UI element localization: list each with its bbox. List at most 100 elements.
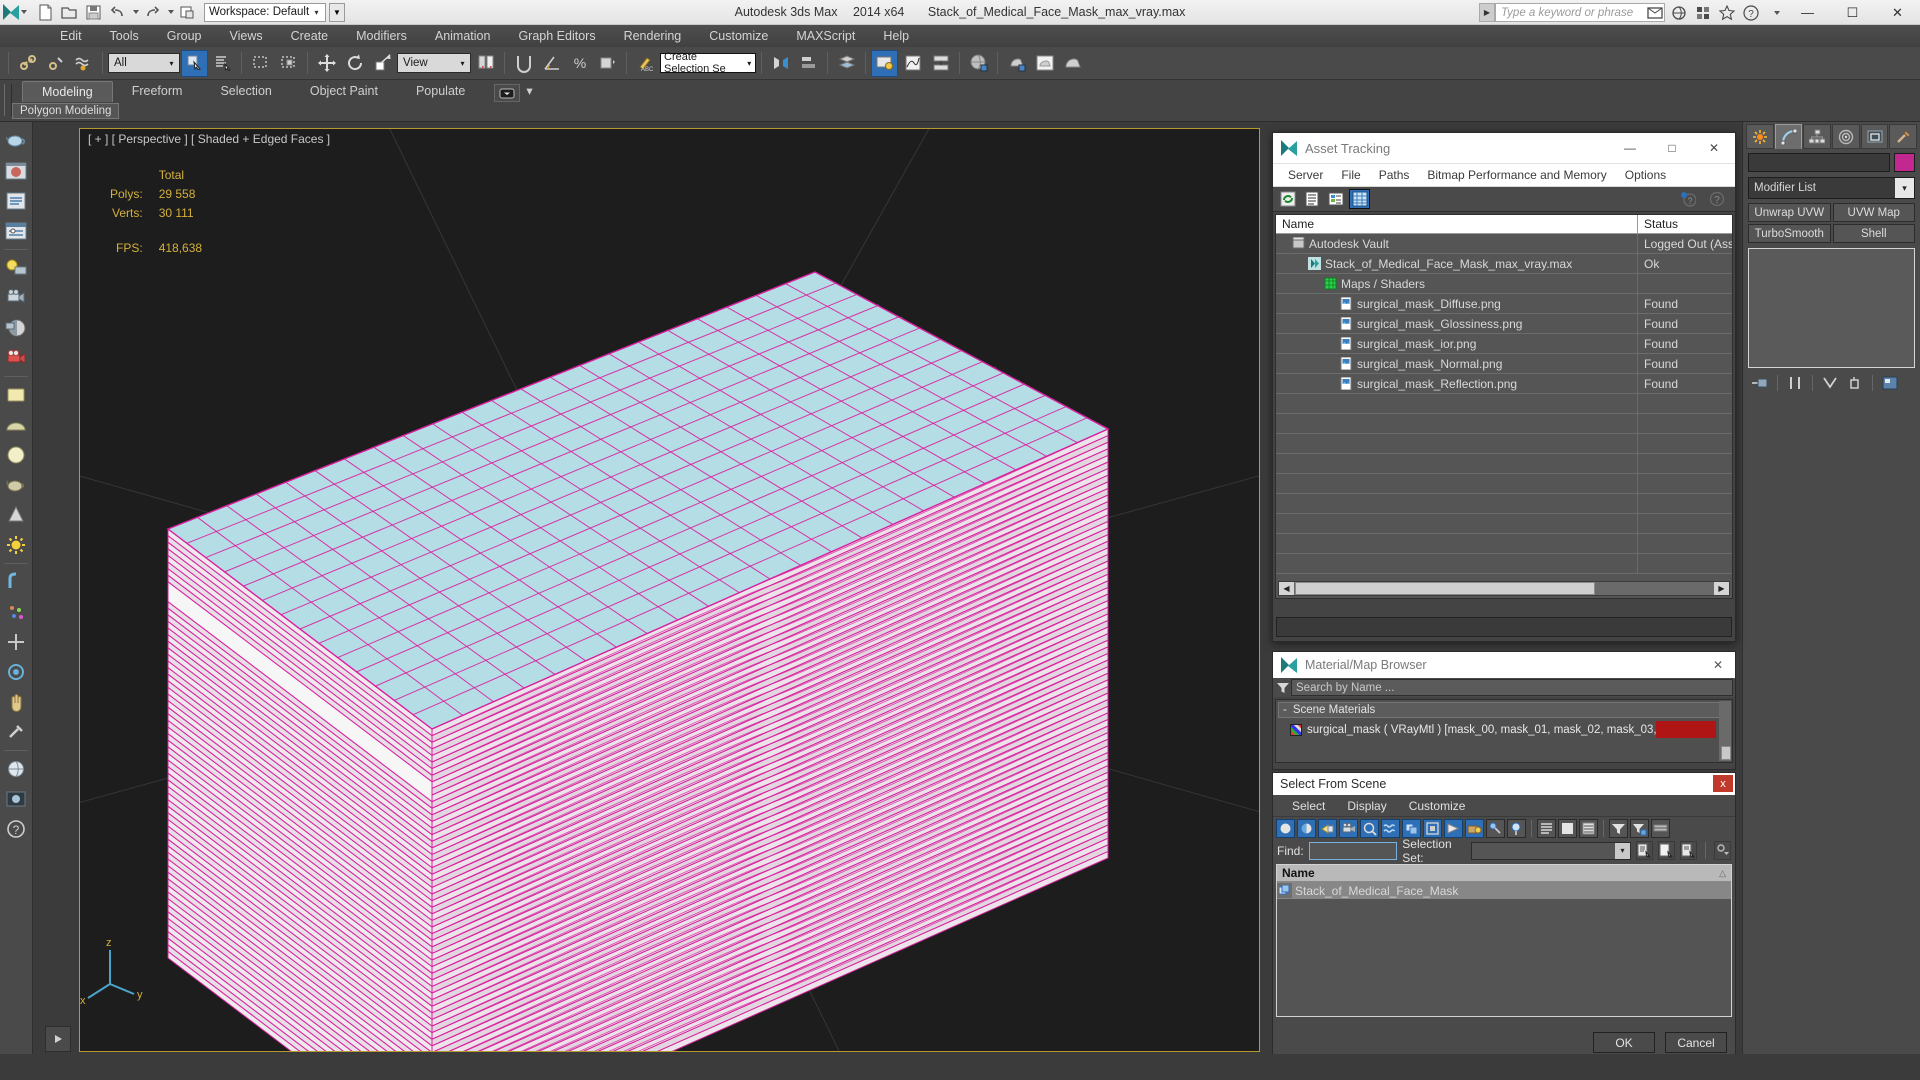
table-row[interactable]: Maps / Shaders bbox=[1276, 274, 1732, 294]
at-menu-paths[interactable]: Paths bbox=[1370, 164, 1419, 187]
app-logo-button[interactable] bbox=[0, 0, 30, 25]
teapot-primitive-icon[interactable] bbox=[2, 470, 31, 499]
selection-lock-icon[interactable] bbox=[1714, 841, 1731, 860]
space-warp-icon[interactable] bbox=[2, 657, 31, 686]
vray-physical-camera-icon[interactable] bbox=[2, 343, 31, 372]
vray-camera-icon[interactable] bbox=[2, 313, 31, 342]
viewport-label[interactable]: [ + ] [ Perspective ] [ Shaded + Edged F… bbox=[88, 132, 330, 146]
selection-set-combo[interactable]: ▾ bbox=[1471, 841, 1631, 860]
scroll-thumb[interactable] bbox=[1295, 582, 1595, 595]
helper-object-icon[interactable] bbox=[2, 627, 31, 656]
select-from-scene-dialog[interactable]: Select From Scene x Select Display Custo… bbox=[1272, 772, 1736, 1062]
grid-view-icon[interactable] bbox=[1349, 189, 1370, 209]
filter-funnel-icon[interactable] bbox=[1609, 818, 1628, 838]
table-row[interactable]: surgical_mask_Diffuse.png Found bbox=[1276, 294, 1732, 314]
find-input[interactable] bbox=[1308, 841, 1398, 860]
make-unique-icon[interactable] bbox=[1819, 373, 1841, 393]
menu-item-group[interactable]: Group bbox=[153, 25, 216, 47]
layer-manager-icon[interactable] bbox=[833, 50, 860, 77]
bind-to-space-warp-icon[interactable] bbox=[70, 50, 97, 77]
play-animation-button[interactable] bbox=[45, 1026, 71, 1052]
utilities-icon[interactable] bbox=[2, 717, 31, 746]
schematic-view-icon[interactable] bbox=[927, 50, 954, 77]
ribbon-tab-populate[interactable]: Populate bbox=[397, 81, 484, 102]
display-containers-icon[interactable] bbox=[1465, 818, 1484, 838]
asset-tracking-window[interactable]: Asset Tracking — □ ✕ Server File Paths B… bbox=[1272, 132, 1736, 642]
lights-icon[interactable] bbox=[2, 253, 31, 282]
reference-coordinate-combo[interactable]: View ▾ bbox=[397, 53, 471, 73]
snap-toggle-icon[interactable] bbox=[510, 50, 537, 77]
asset-tracking-close-button[interactable]: ✕ bbox=[1693, 133, 1735, 164]
material-map-browser-window[interactable]: Material/Map Browser ✕ Search by Name ..… bbox=[1272, 651, 1736, 770]
menu-item-edit[interactable]: Edit bbox=[46, 25, 96, 47]
parameter-editor-icon[interactable] bbox=[2, 186, 31, 215]
ok-button[interactable]: OK bbox=[1593, 1032, 1655, 1053]
align-icon[interactable] bbox=[795, 50, 822, 77]
close-button[interactable]: ✕ bbox=[1875, 0, 1920, 25]
undo-button[interactable] bbox=[106, 1, 129, 23]
column-header-name[interactable]: Name bbox=[1276, 215, 1638, 233]
menu-item-views[interactable]: Views bbox=[215, 25, 276, 47]
menu-item-modifiers[interactable]: Modifiers bbox=[342, 25, 421, 47]
modifier-list-combo[interactable]: Modifier List ▾ bbox=[1748, 177, 1915, 199]
material-editor-icon[interactable] bbox=[965, 50, 992, 77]
bend-modifier-icon[interactable] bbox=[2, 567, 31, 596]
maximize-button[interactable]: ☐ bbox=[1830, 0, 1875, 25]
scene-list-column-name[interactable]: Name bbox=[1277, 866, 1315, 880]
modifier-uvw-map[interactable]: UVW Map bbox=[1832, 203, 1915, 222]
advanced-filter-icon[interactable] bbox=[1630, 818, 1649, 838]
ribbon-tab-freeform[interactable]: Freeform bbox=[113, 81, 202, 102]
select-influences-icon[interactable] bbox=[1507, 818, 1526, 838]
redo-button[interactable] bbox=[141, 1, 164, 23]
asset-name-cell[interactable]: surgical_mask_ior.png bbox=[1276, 334, 1638, 353]
hand-pan-icon[interactable] bbox=[2, 687, 31, 716]
scene-object-list[interactable]: Name △ Stack_of_Medical_Face_Mask bbox=[1276, 864, 1732, 1017]
perspective-viewport[interactable]: z x y [ + ] [ Perspective ] [ Shaded + E… bbox=[79, 128, 1260, 1052]
plane-primitive-icon[interactable] bbox=[2, 380, 31, 409]
asset-tracking-grid[interactable]: Name Status Autodesk Vault Logged Out (As… bbox=[1275, 214, 1733, 599]
at-menu-options[interactable]: Options bbox=[1616, 164, 1675, 187]
asset-name-cell[interactable]: Stack_of_Medical_Face_Mask_max_vray.max bbox=[1276, 254, 1638, 273]
select-by-set-icon[interactable] bbox=[1658, 841, 1675, 860]
workspace-dropdown-button[interactable]: ▼ bbox=[329, 2, 345, 22]
material-browser-close-button[interactable]: ✕ bbox=[1701, 652, 1735, 678]
asset-name-cell[interactable]: surgical_mask_Diffuse.png bbox=[1276, 294, 1638, 313]
table-row[interactable]: Stack_of_Medical_Face_Mask_max_vray.max O… bbox=[1276, 254, 1732, 274]
table-row[interactable]: Autodesk Vault Logged Out (Ass bbox=[1276, 234, 1732, 254]
help-icon[interactable]: ? bbox=[1742, 3, 1761, 22]
filter-funnel-icon[interactable] bbox=[1275, 680, 1291, 696]
ribbon-panel-polygon-modeling[interactable]: Polygon Modeling bbox=[12, 103, 120, 119]
cone-primitive-icon[interactable] bbox=[2, 500, 31, 529]
command-tab-motion[interactable] bbox=[1832, 124, 1860, 149]
configure-modifier-sets-icon[interactable] bbox=[1879, 373, 1901, 393]
delete-selection-set-icon[interactable] bbox=[1680, 841, 1697, 860]
material-scroll-thumb[interactable] bbox=[1721, 746, 1731, 760]
search-expand-button[interactable]: ▶ bbox=[1479, 3, 1495, 22]
unlink-selection-icon[interactable] bbox=[42, 50, 69, 77]
select-by-name-icon[interactable] bbox=[209, 50, 236, 77]
ribbon-tab-selection[interactable]: Selection bbox=[201, 81, 290, 102]
minimize-button[interactable]: — bbox=[1785, 0, 1830, 25]
asset-tracking-maximize-button[interactable]: □ bbox=[1651, 133, 1693, 164]
sfs-menu-customize[interactable]: Customize bbox=[1398, 795, 1477, 817]
ribbon-options-dropdown-icon[interactable]: ▾ bbox=[520, 81, 538, 102]
list-layout-icon[interactable] bbox=[1579, 818, 1598, 838]
asset-name-cell[interactable]: surgical_mask_Normal.png bbox=[1276, 354, 1638, 373]
save-file-button[interactable] bbox=[82, 1, 105, 23]
help-question-icon[interactable]: ? bbox=[1706, 189, 1727, 209]
sfs-menu-select[interactable]: Select bbox=[1281, 795, 1336, 817]
table-row[interactable]: surgical_mask_ior.png Found bbox=[1276, 334, 1732, 354]
table-row[interactable]: surgical_mask_Reflection.png Found bbox=[1276, 374, 1732, 394]
sphere-primitive-icon[interactable] bbox=[2, 440, 31, 469]
list-view-icon[interactable] bbox=[1301, 189, 1322, 209]
add-help-icon[interactable]: ? bbox=[1677, 189, 1698, 209]
slate-editor-icon[interactable] bbox=[2, 216, 31, 245]
command-tab-utilities[interactable] bbox=[1889, 124, 1918, 149]
modifier-unwrap-uvw[interactable]: Unwrap UVW bbox=[1748, 203, 1831, 222]
autodesk-360-icon[interactable] bbox=[1670, 3, 1689, 22]
expand-all-icon[interactable] bbox=[1537, 818, 1556, 838]
exchange-apps-icon[interactable] bbox=[1694, 3, 1713, 22]
modifier-turbosmooth[interactable]: TurboSmooth bbox=[1748, 224, 1831, 243]
project-folder-button[interactable] bbox=[176, 1, 199, 23]
display-space-warps-icon[interactable] bbox=[1381, 818, 1400, 838]
